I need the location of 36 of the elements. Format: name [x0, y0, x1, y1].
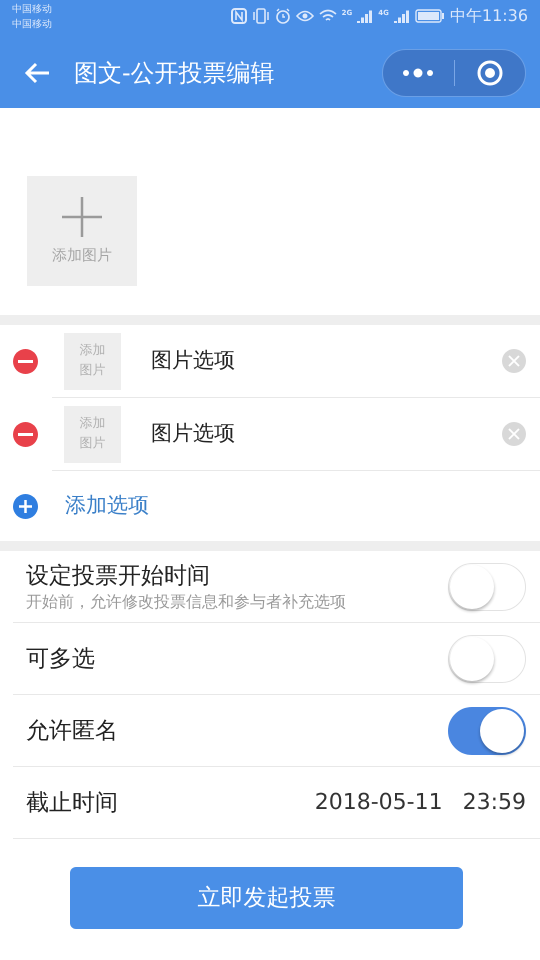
option-text: 图片选项 — [151, 347, 236, 374]
signal-icon — [357, 9, 374, 23]
close-icon — [508, 428, 520, 440]
target-icon — [476, 59, 504, 87]
nfc-icon — [230, 8, 247, 24]
setting-label: 可多选 — [26, 644, 96, 674]
submit-button[interactable]: 立即发起投票 — [70, 867, 463, 929]
page-title: 图文-公开投票编辑 — [74, 58, 276, 89]
remove-option-button[interactable] — [13, 422, 38, 447]
signal-icon — [394, 9, 410, 23]
wifi-icon — [318, 9, 337, 23]
remove-option-button[interactable] — [13, 349, 38, 374]
battery-icon — [414, 9, 445, 23]
more-icon — [401, 68, 436, 78]
setting-label: 截止时间 — [26, 788, 119, 818]
option-image-button[interactable]: 添加图片 — [64, 332, 121, 390]
carrier-text: 中国移动 — [12, 18, 52, 32]
clock-text: 中午11:36 — [450, 8, 528, 24]
vibrate-icon — [252, 8, 270, 24]
add-icon — [13, 494, 38, 518]
carrier-text: 中国移动 — [12, 2, 52, 17]
back-arrow-icon — [23, 61, 51, 85]
close-icon — [508, 355, 520, 367]
date-picker[interactable]: 2018-05-11 — [314, 786, 443, 819]
plus-icon — [61, 196, 103, 238]
option-image-button[interactable]: 添加图片 — [64, 406, 121, 462]
setting-label: 设定投票开始时间 — [26, 562, 211, 590]
add-image-button[interactable]: 添加图片 — [27, 176, 137, 286]
add-option-link[interactable]: 添加选项 — [65, 490, 149, 522]
eye-icon — [296, 9, 314, 23]
toggle-switch[interactable] — [448, 706, 526, 754]
setting-hint: 开始前，允许修改投票信息和参与者补充选项 — [26, 590, 347, 612]
setting-label: 允许匿名 — [26, 716, 119, 746]
time-picker[interactable]: 23:59 — [462, 786, 526, 819]
option-text: 图片选项 — [151, 420, 236, 448]
alarm-icon — [274, 8, 291, 24]
